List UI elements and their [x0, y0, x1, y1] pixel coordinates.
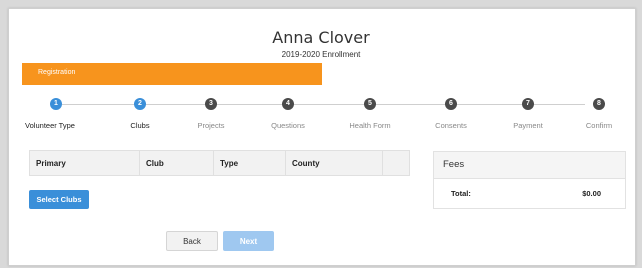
fees-panel: Fees Total: $0.00	[433, 151, 626, 209]
step-label-projects: Projects	[197, 121, 225, 130]
fees-total-label: Total:	[451, 189, 471, 198]
registration-progress-bar: Registration	[22, 63, 322, 85]
fees-title: Fees	[434, 152, 625, 179]
step-label-volunteer-type: Volunteer Type	[25, 121, 75, 130]
step-1-circle: 1	[50, 98, 62, 110]
column-type: Type	[213, 150, 286, 176]
step-4-circle: 4	[282, 98, 294, 110]
member-name: Anna Clover	[272, 28, 370, 47]
step-label-confirm: Confirm	[585, 121, 613, 130]
step-label-consents: Consents	[435, 121, 467, 130]
step-2-circle: 2	[134, 98, 146, 110]
clubs-table-header: Primary Club Type County	[29, 150, 410, 176]
clubs-table: Primary Club Type County	[29, 150, 410, 176]
step-label-clubs: Clubs	[130, 121, 150, 130]
fees-total-value: $0.00	[582, 189, 601, 198]
step-label-health-form: Health Form	[349, 121, 391, 130]
step-8-circle: 8	[593, 98, 605, 110]
step-3-circle: 3	[205, 98, 217, 110]
step-label-questions: Questions	[271, 121, 305, 130]
registration-label: Registration	[38, 69, 76, 76]
back-button[interactable]: Back	[166, 231, 218, 251]
step-7-circle: 7	[522, 98, 534, 110]
column-actions	[382, 150, 410, 176]
enrollment-year: 2019-2020 Enrollment	[281, 50, 361, 59]
step-5-circle: 5	[364, 98, 376, 110]
column-county: County	[285, 150, 383, 176]
select-clubs-button[interactable]: Select Clubs	[29, 190, 89, 209]
step-label-payment: Payment	[513, 121, 543, 130]
column-primary: Primary	[29, 150, 140, 176]
column-club: Club	[139, 150, 214, 176]
next-button[interactable]: Next	[223, 231, 274, 251]
step-6-circle: 6	[445, 98, 457, 110]
